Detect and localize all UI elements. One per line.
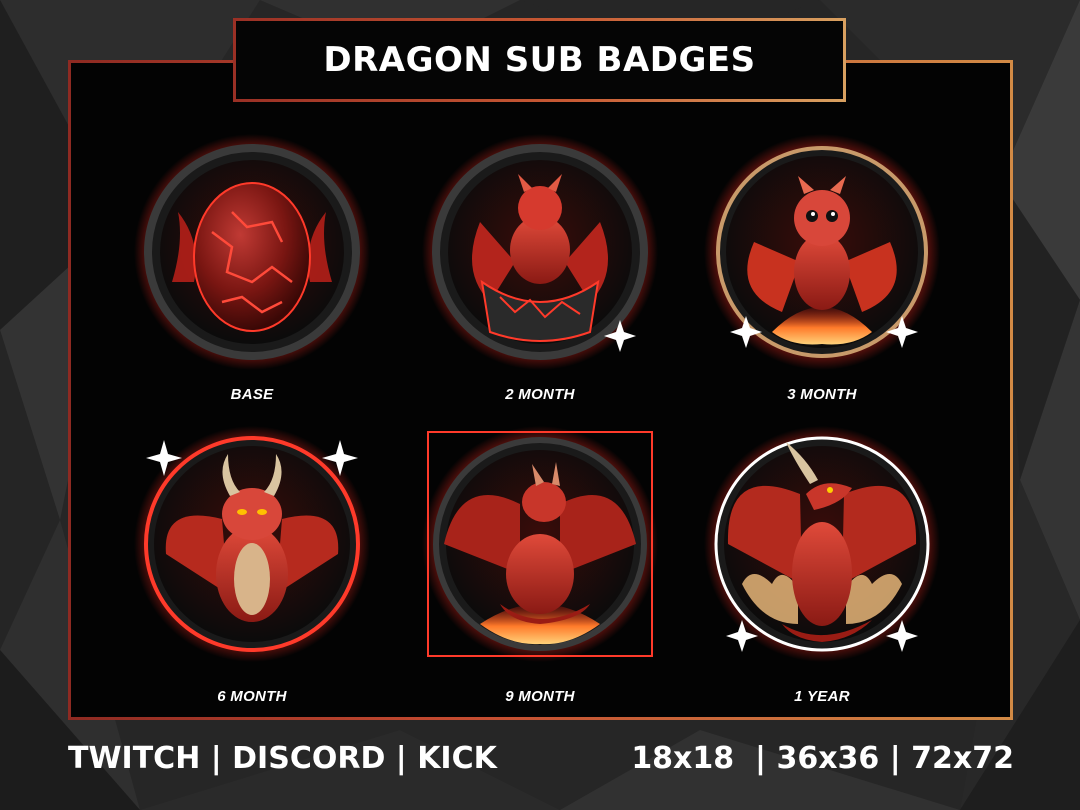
page-title: DRAGON SUB BADGES	[323, 40, 756, 80]
badge-2-month	[420, 132, 660, 372]
badge-label-base: BASE	[230, 386, 274, 403]
young-dragon-icon	[134, 426, 370, 662]
adult-dragon-icon	[704, 426, 940, 662]
sizes-text: 18x18 | 36x36 | 72x72	[631, 741, 1014, 776]
badge-1-year	[702, 424, 942, 664]
badge-label-1-year: 1 YEAR	[794, 688, 850, 705]
baby-dragon-icon	[704, 134, 940, 370]
badge-9-month	[420, 424, 660, 664]
title-banner: DRAGON SUB BADGES	[233, 18, 846, 102]
badge-6-month	[132, 424, 372, 664]
badge-3-month	[702, 132, 942, 372]
badge-label-2-month: 2 MONTH	[505, 386, 575, 403]
badge-label-9-month: 9 MONTH	[505, 688, 575, 705]
badge-base	[132, 132, 372, 372]
badge-label-3-month: 3 MONTH	[787, 386, 857, 403]
dragon-egg-icon	[134, 134, 370, 370]
hatching-dragon-icon	[422, 134, 658, 370]
badge-label-6-month: 6 MONTH	[217, 688, 287, 705]
platforms-text: TWITCH | DISCORD | KICK	[68, 741, 497, 776]
winged-dragon-icon	[422, 426, 658, 662]
